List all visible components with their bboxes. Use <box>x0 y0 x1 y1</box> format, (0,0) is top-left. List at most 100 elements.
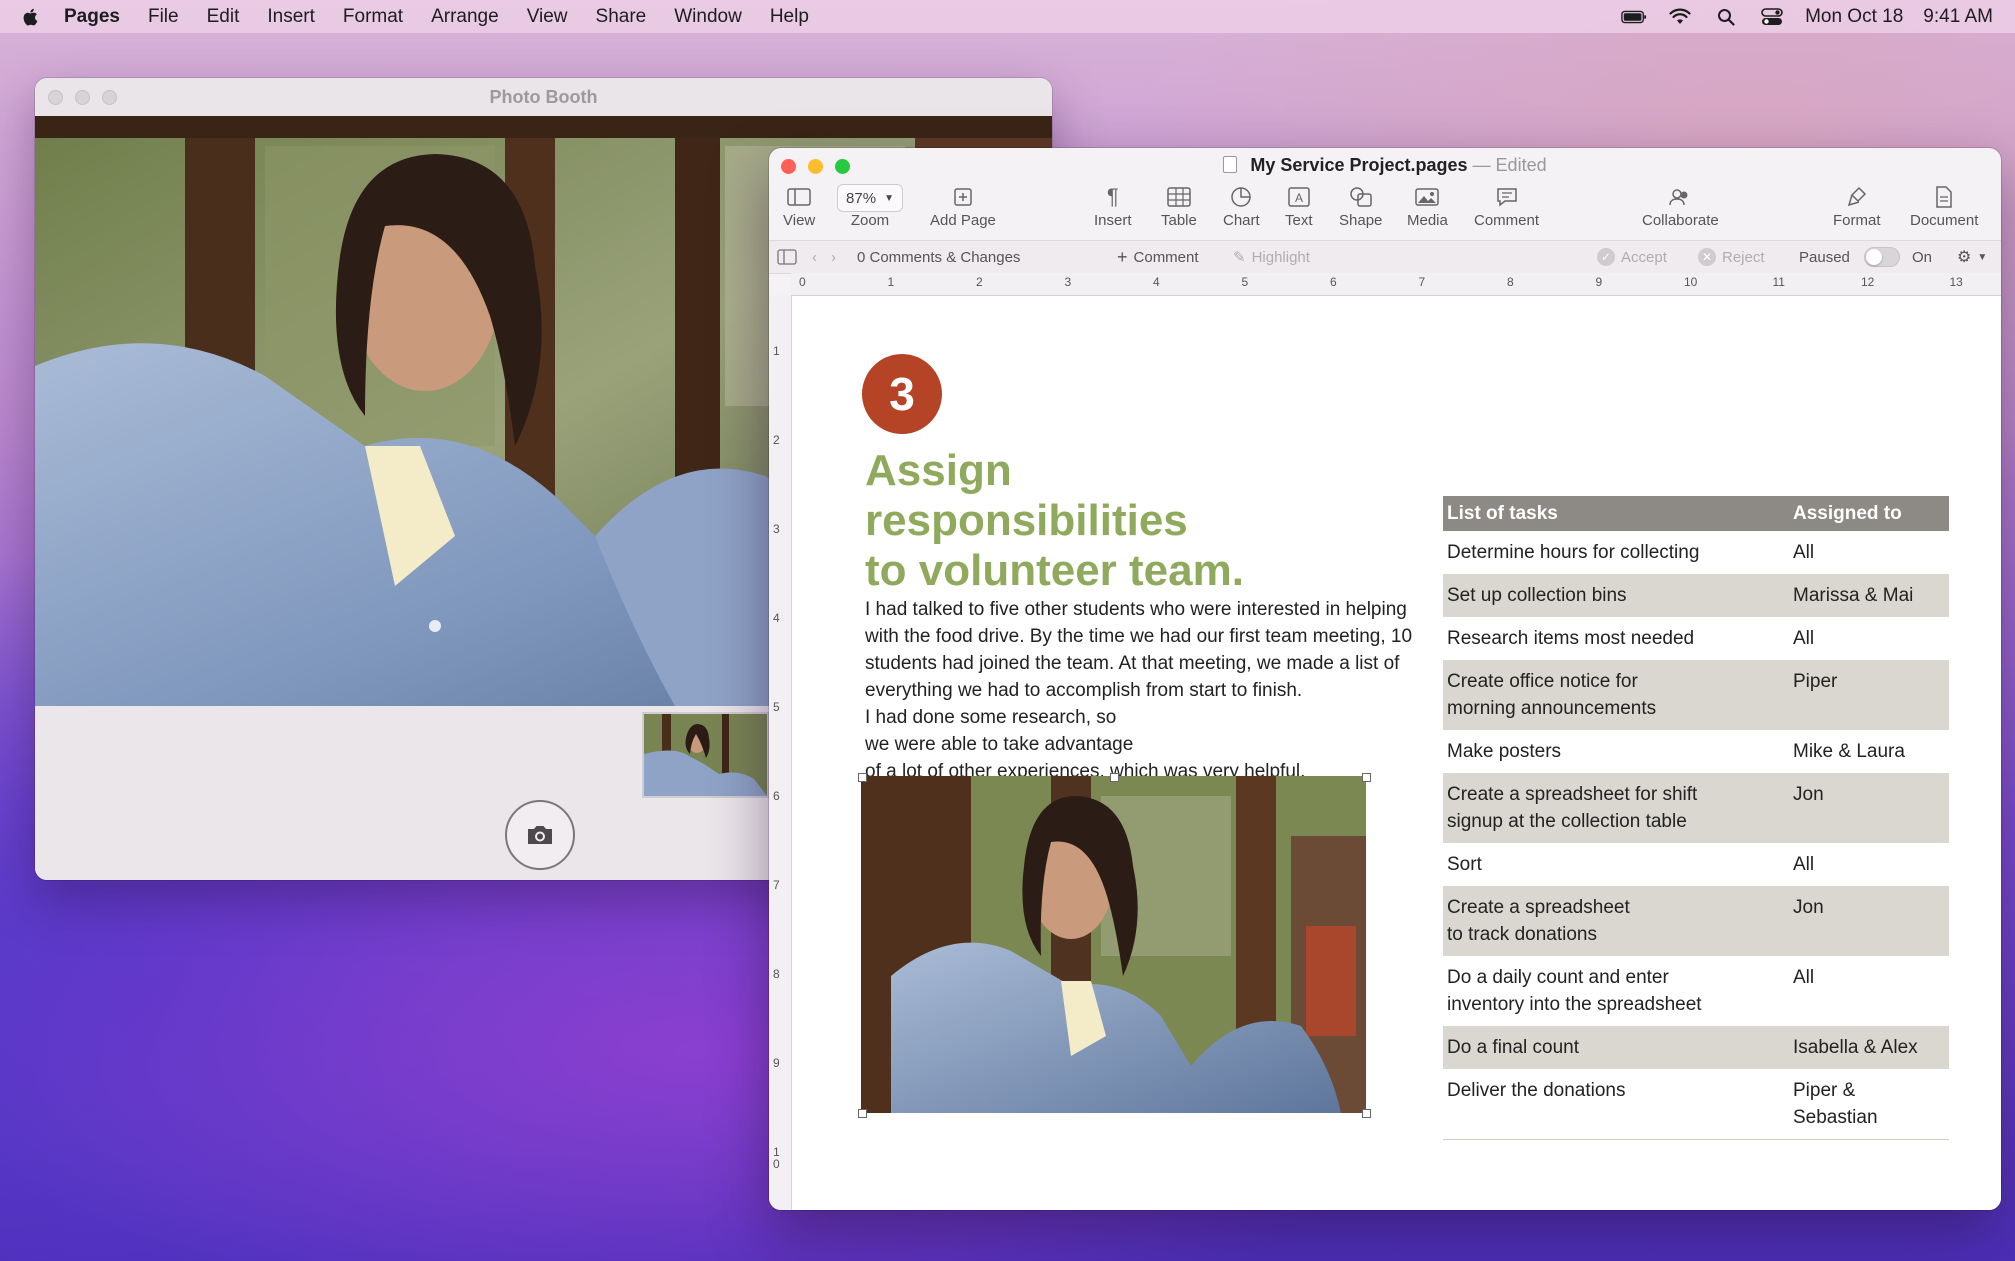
resize-handle[interactable] <box>1110 773 1119 782</box>
table-header-assigned[interactable]: Assigned to <box>1793 500 1945 527</box>
horizontal-ruler[interactable]: 0 1 2 3 4 5 6 7 8 9 10 11 12 13 <box>791 273 2001 296</box>
task-cell[interactable]: Create a spreadsheet for shift signup at… <box>1447 781 1793 835</box>
table-row[interactable]: Create a spreadsheet for shift signup at… <box>1443 773 1949 843</box>
resize-handle[interactable] <box>1362 1109 1371 1118</box>
close-button[interactable] <box>48 90 63 105</box>
table-row[interactable]: Make posters Mike & Laura <box>1443 730 1949 773</box>
wifi-icon[interactable] <box>1667 7 1693 27</box>
document-title[interactable]: My Service Project.pages <box>1250 155 1467 175</box>
add-comment-button[interactable]: + Comment <box>1117 241 1199 273</box>
task-cell[interactable]: Deliver the donations <box>1447 1077 1793 1131</box>
chart-button[interactable]: Chart <box>1223 182 1260 229</box>
body-paragraph[interactable]: I had talked to five other students who … <box>865 596 1425 785</box>
menu-window[interactable]: Window <box>674 6 742 28</box>
fullscreen-button[interactable] <box>835 159 850 174</box>
menu-share[interactable]: Share <box>596 6 647 28</box>
task-cell[interactable]: Create a spreadsheet to track donations <box>1447 894 1793 948</box>
highlight-button[interactable]: ✎ Highlight <box>1233 241 1310 273</box>
take-photo-button[interactable] <box>505 800 575 870</box>
collaborate-button[interactable]: Collaborate <box>1642 182 1719 229</box>
task-cell[interactable]: Do a final count <box>1447 1034 1793 1061</box>
comments-changes-count[interactable]: 0 Comments & Changes <box>857 241 1020 273</box>
table-button[interactable]: Table <box>1161 182 1197 229</box>
task-cell[interactable]: Set up collection bins <box>1447 582 1793 609</box>
menu-arrange[interactable]: Arrange <box>431 6 499 28</box>
reject-button[interactable]: ✕ Reject <box>1698 241 1765 273</box>
assignee-cell[interactable]: All <box>1793 539 1945 566</box>
menu-format[interactable]: Format <box>343 6 403 28</box>
edited-status[interactable]: Edited <box>1496 155 1547 175</box>
track-changes-menu[interactable]: ⚙ ▼ <box>1957 241 1987 273</box>
insert-button[interactable]: ¶ Insert <box>1094 182 1132 229</box>
close-button[interactable] <box>781 159 796 174</box>
next-change-button[interactable]: › <box>831 241 836 273</box>
section-heading[interactable]: Assign responsibilities to volunteer tea… <box>865 446 1295 596</box>
menu-app-pages[interactable]: Pages <box>64 6 120 28</box>
view-button[interactable]: View <box>783 182 815 229</box>
task-cell[interactable]: Sort <box>1447 851 1793 878</box>
track-changes-toggle[interactable] <box>1864 241 1900 273</box>
assignee-cell[interactable]: Jon <box>1793 894 1945 948</box>
task-cell[interactable]: Determine hours for collecting <box>1447 539 1793 566</box>
table-row[interactable]: Do a final count Isabella & Alex <box>1443 1026 1949 1069</box>
menubar-time[interactable]: 9:41 AM <box>1923 6 1993 28</box>
table-row[interactable]: Create office notice for morning announc… <box>1443 660 1949 730</box>
photo-booth-titlebar[interactable]: Photo Booth <box>35 78 1052 116</box>
assignee-cell[interactable]: Marissa & Mai <box>1793 582 1945 609</box>
assignee-cell[interactable]: Mike & Laura <box>1793 738 1945 765</box>
menubar-date[interactable]: Mon Oct 18 <box>1805 6 1903 28</box>
table-row[interactable]: Set up collection bins Marissa & Mai <box>1443 574 1949 617</box>
text-button[interactable]: A Text <box>1285 182 1313 229</box>
accept-button[interactable]: ✓ Accept <box>1597 241 1667 273</box>
assignee-cell[interactable]: Jon <box>1793 781 1945 835</box>
minimize-button[interactable] <box>808 159 823 174</box>
assignee-cell[interactable]: All <box>1793 964 1945 1018</box>
assignee-cell[interactable]: All <box>1793 851 1945 878</box>
tasks-table[interactable]: List of tasks Assigned to Determine hour… <box>1443 496 1949 1140</box>
resize-handle[interactable] <box>1362 773 1371 782</box>
menu-file[interactable]: File <box>148 6 179 28</box>
assignee-cell[interactable]: Piper <box>1793 668 1945 722</box>
table-header-tasks[interactable]: List of tasks <box>1447 500 1793 527</box>
table-row[interactable]: Research items most needed All <box>1443 617 1949 660</box>
zoom-button[interactable] <box>102 90 117 105</box>
shape-button[interactable]: Shape <box>1339 182 1382 229</box>
minimize-button[interactable] <box>75 90 90 105</box>
format-button[interactable]: Format <box>1833 182 1881 229</box>
task-cell[interactable]: Make posters <box>1447 738 1793 765</box>
control-center-icon[interactable] <box>1759 7 1785 27</box>
document-canvas[interactable]: 3 Assign responsibilities to volunteer t… <box>792 296 2001 1210</box>
menu-help[interactable]: Help <box>770 6 809 28</box>
comment-button[interactable]: Comment <box>1474 182 1539 229</box>
vertical-ruler[interactable]: 1 2 3 4 5 6 7 8 9 1 0 <box>769 295 792 1210</box>
spotlight-search-icon[interactable] <box>1713 7 1739 27</box>
assignee-cell[interactable]: Isabella & Alex <box>1793 1034 1945 1061</box>
document-button[interactable]: Document <box>1910 182 1978 229</box>
inserted-photo[interactable] <box>861 776 1366 1113</box>
menu-insert[interactable]: Insert <box>267 6 315 28</box>
pages-titlebar[interactable]: My Service Project.pages — Edited <box>769 148 2001 182</box>
task-cell[interactable]: Create office notice for morning announc… <box>1447 668 1793 722</box>
zoom-control[interactable]: 87% ▼ Zoom <box>837 182 903 229</box>
table-row[interactable]: Create a spreadsheet to track donations J… <box>1443 886 1949 956</box>
menu-edit[interactable]: Edit <box>207 6 240 28</box>
battery-icon[interactable] <box>1621 7 1647 27</box>
media-button[interactable]: Media <box>1407 182 1448 229</box>
resize-handle[interactable] <box>858 773 867 782</box>
assignee-cell[interactable]: Piper & Sebastian <box>1793 1077 1945 1131</box>
resize-handle[interactable] <box>858 1109 867 1118</box>
table-row[interactable]: Determine hours for collecting All <box>1443 531 1949 574</box>
apple-menu-icon[interactable] <box>20 6 42 28</box>
assignee-cell[interactable]: All <box>1793 625 1945 652</box>
photo-thumbnail[interactable] <box>642 712 769 798</box>
zoom-select[interactable]: 87% ▼ <box>837 184 903 212</box>
comments-sidebar-toggle[interactable] <box>777 241 797 273</box>
table-row[interactable]: Do a daily count and enter inventory int… <box>1443 956 1949 1026</box>
task-cell[interactable]: Research items most needed <box>1447 625 1793 652</box>
table-row[interactable]: Sort All <box>1443 843 1949 886</box>
task-cell[interactable]: Do a daily count and enter inventory int… <box>1447 964 1793 1018</box>
previous-change-button[interactable]: ‹ <box>812 241 817 273</box>
step-number-badge[interactable]: 3 <box>862 354 942 434</box>
add-page-button[interactable]: Add Page <box>930 182 996 229</box>
table-row[interactable]: Deliver the donations Piper & Sebastian <box>1443 1069 1949 1139</box>
